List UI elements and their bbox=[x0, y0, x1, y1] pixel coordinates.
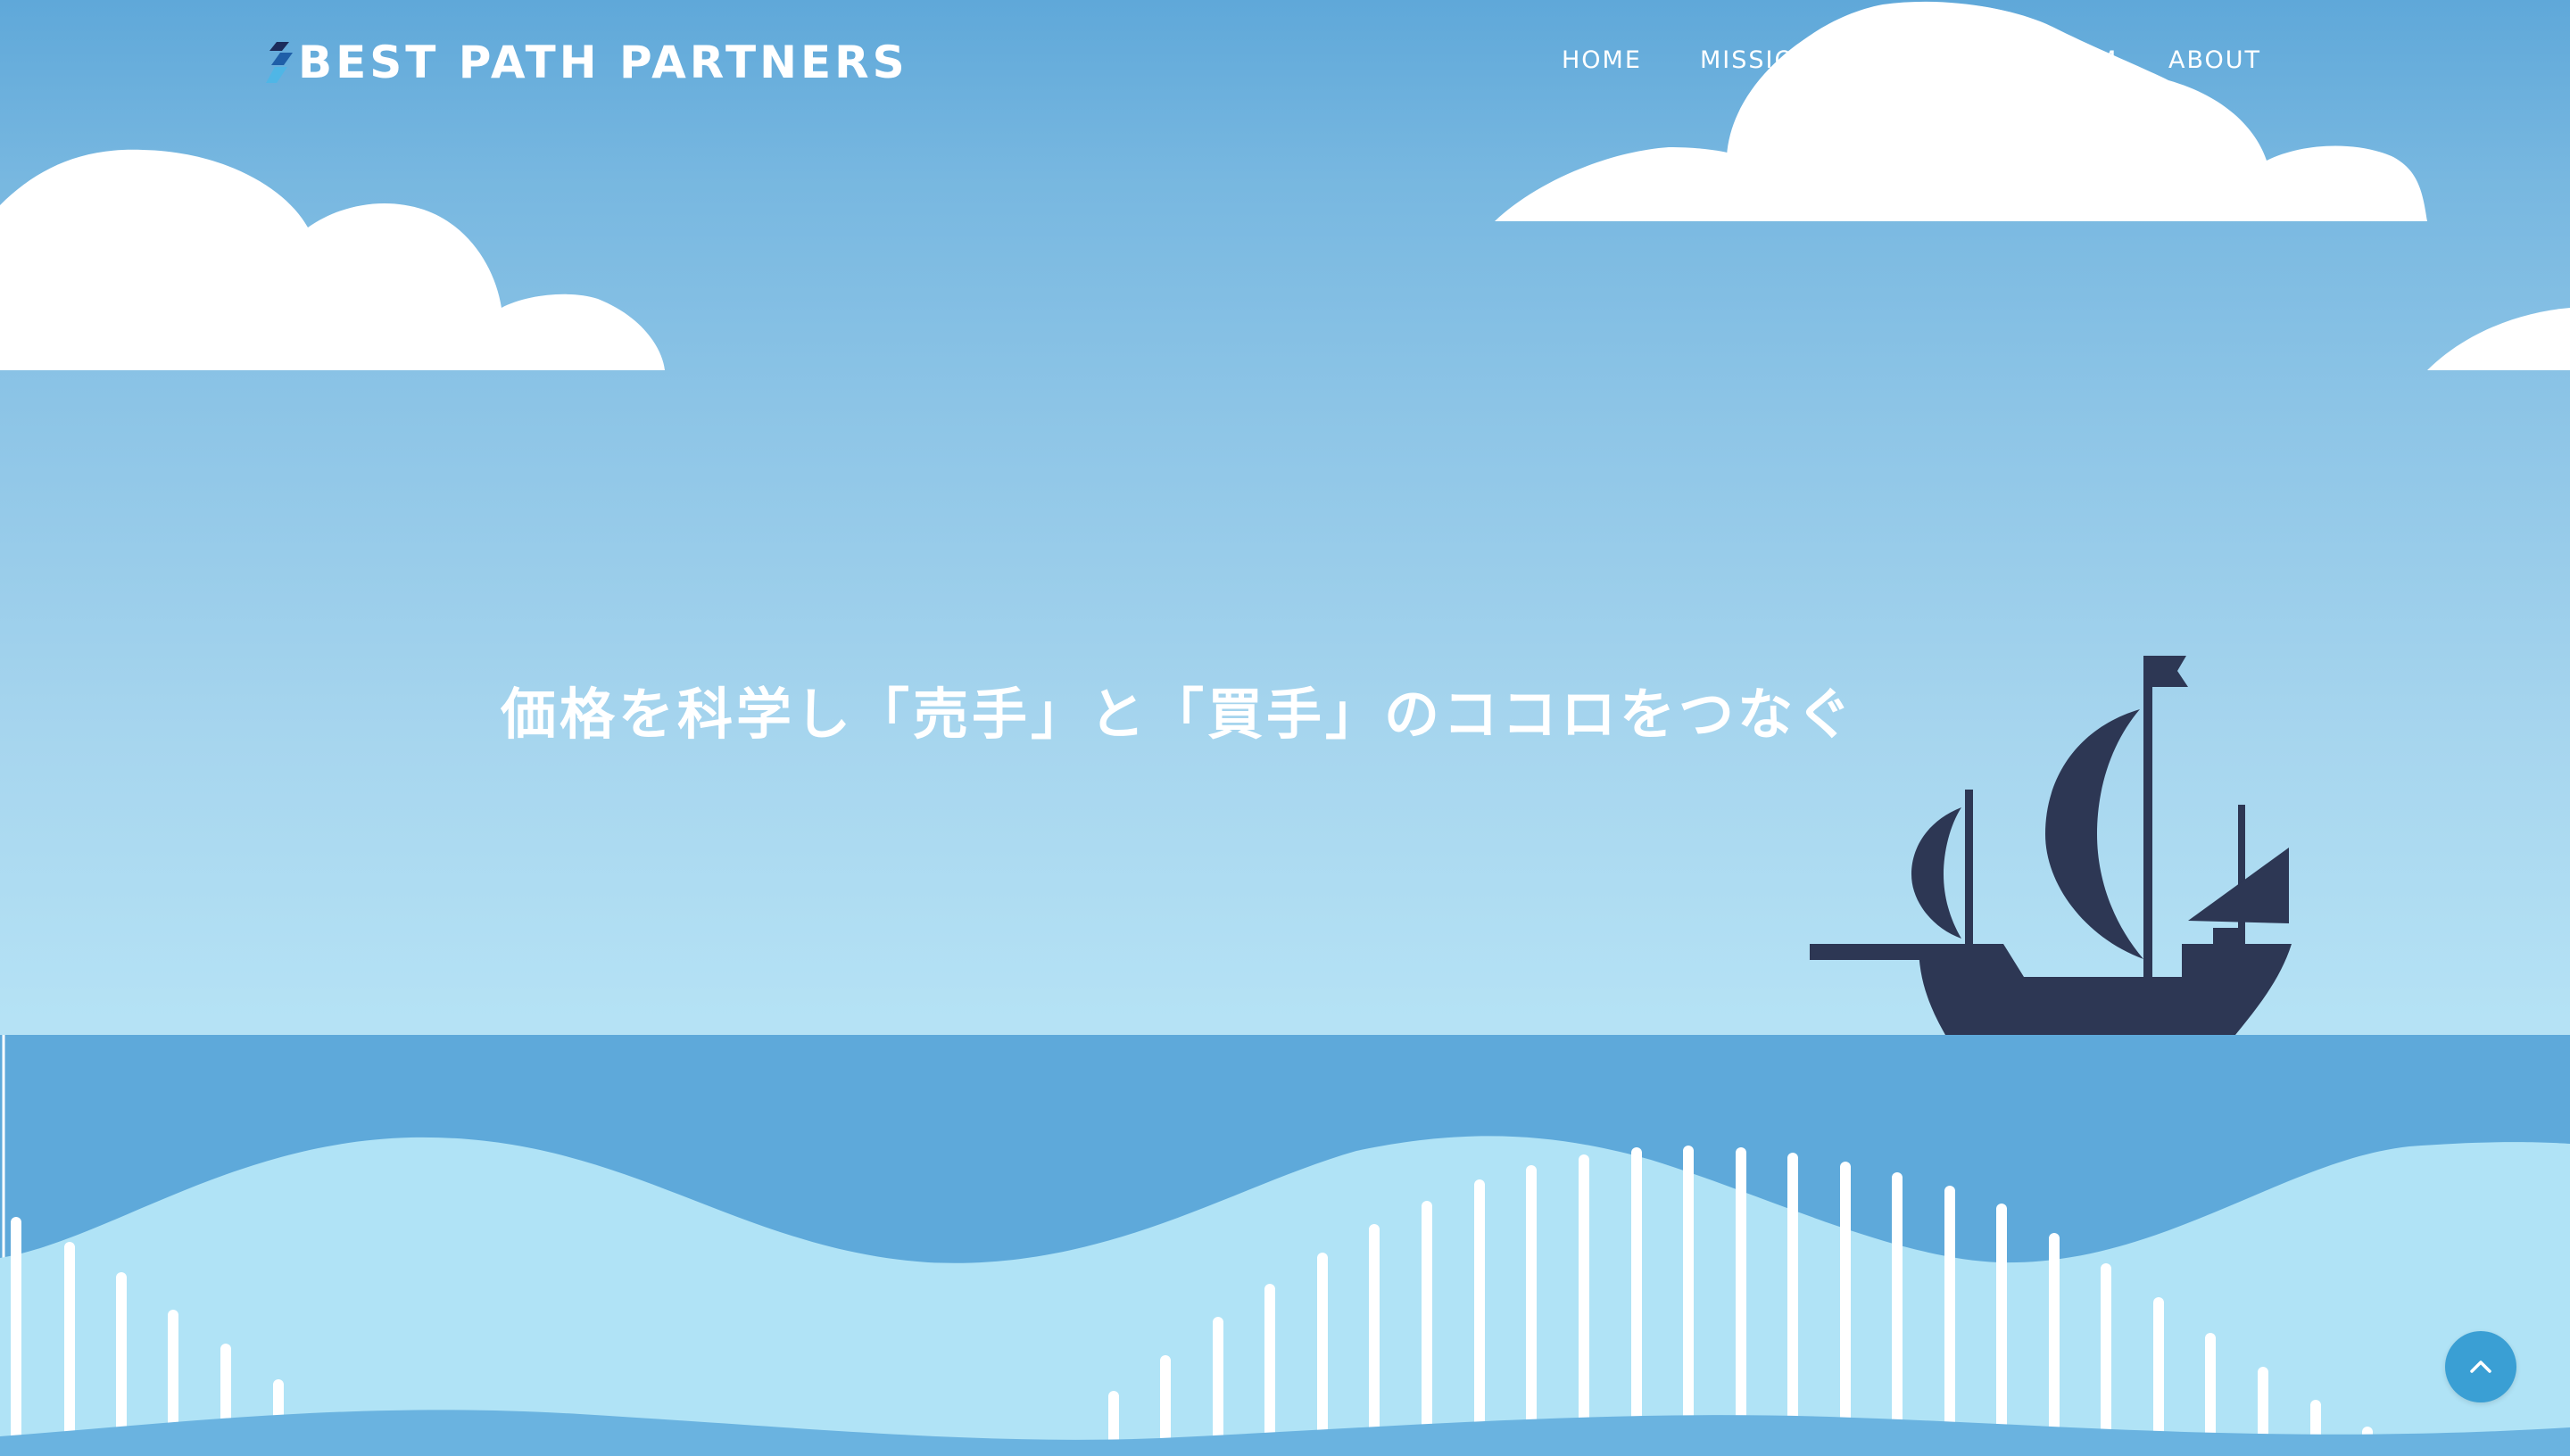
cloud-left bbox=[0, 149, 665, 370]
scroll-to-top-button[interactable] bbox=[2445, 1331, 2516, 1402]
hero-section: BEST PATH PARTNERS HOME MISSION TEAM ABO… bbox=[0, 0, 2570, 1456]
chevron-up-icon bbox=[2470, 1361, 2491, 1373]
ship-illustration bbox=[1810, 656, 2292, 1035]
top-navbar: BEST PATH PARTNERS HOME MISSION TEAM ABO… bbox=[0, 0, 2570, 125]
nav-item-about[interactable]: ABOUT bbox=[2168, 46, 2261, 74]
brand-name: BEST PATH PARTNERS bbox=[298, 37, 908, 88]
nav-item-home[interactable]: HOME bbox=[1562, 46, 1642, 74]
nav-item-team[interactable]: TEAM bbox=[2044, 46, 2118, 74]
hero-illustration bbox=[0, 1, 2570, 1456]
brand-logo-link[interactable]: BEST PATH PARTNERS bbox=[264, 36, 908, 89]
cloud-right-edge bbox=[2427, 308, 2570, 370]
stripes-logo-icon bbox=[266, 42, 293, 83]
nav-item-mission[interactable]: MISSION bbox=[1700, 46, 1815, 74]
